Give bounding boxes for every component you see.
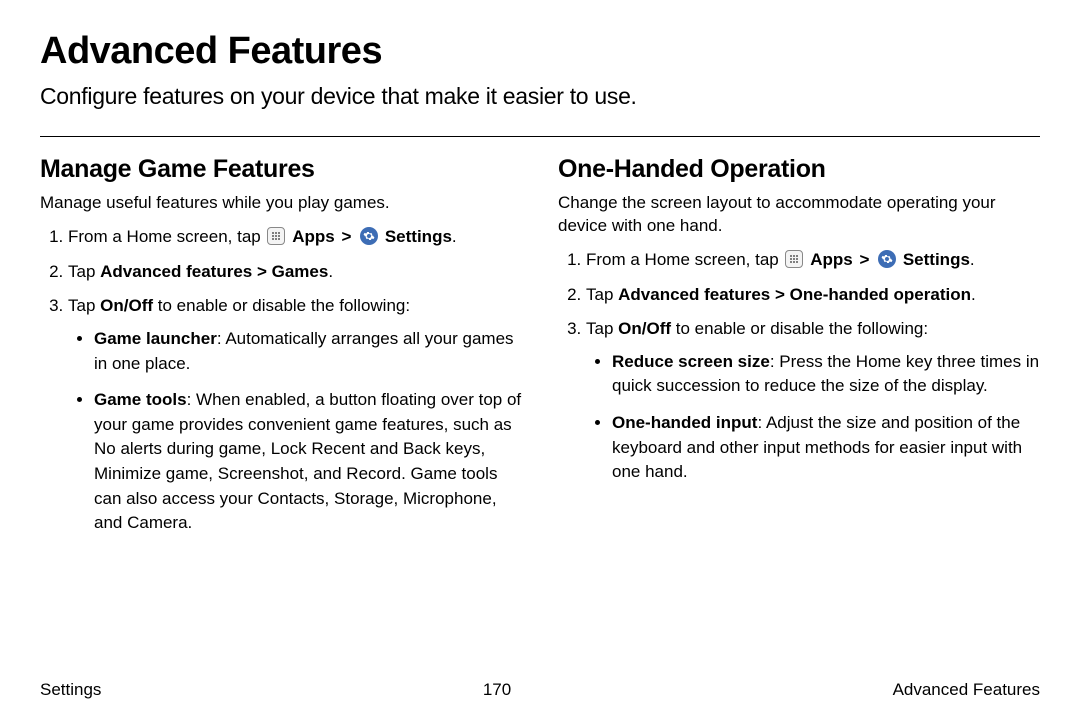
step-item: Tap Advanced features > Games. (68, 260, 522, 285)
divider (40, 136, 1040, 137)
left-column: Manage Game Features Manage useful featu… (40, 155, 522, 548)
step-text: to enable or disable the following: (153, 296, 410, 315)
bullet-item: Game tools: When enabled, a button float… (94, 388, 522, 536)
bullet-list-left: Game launcher: Automatically arranges al… (68, 327, 522, 536)
period: . (452, 227, 457, 246)
bullet-title: Game tools (94, 390, 187, 409)
bullet-item: One-handed input: Adjust the size and po… (612, 411, 1040, 485)
bullet-list-right: Reduce screen size: Press the Home key t… (586, 350, 1040, 485)
step-item: From a Home screen, tap Apps > Settings. (68, 225, 522, 250)
bullet-title: Game launcher (94, 329, 217, 348)
footer-left: Settings (40, 680, 101, 700)
step-text: Tap (586, 319, 618, 338)
settings-label: Settings (385, 227, 452, 246)
period: . (971, 285, 976, 304)
section-heading-right: One-Handed Operation (558, 155, 1040, 184)
apps-icon (785, 250, 803, 268)
footer-page-number: 170 (483, 680, 511, 700)
period: . (970, 250, 975, 269)
step-text: From a Home screen, tap (68, 227, 265, 246)
columns: Manage Game Features Manage useful featu… (40, 155, 1040, 548)
step-text: Tap (586, 285, 618, 304)
page-footer: Settings 170 Advanced Features (40, 680, 1040, 700)
bullet-title: Reduce screen size (612, 352, 770, 371)
bullet-item: Reduce screen size: Press the Home key t… (612, 350, 1040, 399)
settings-label: Settings (903, 250, 970, 269)
step-item: Tap On/Off to enable or disable the foll… (68, 294, 522, 536)
page-subtitle: Configure features on your device that m… (40, 83, 1040, 110)
apps-icon (267, 227, 285, 245)
settings-icon (360, 227, 378, 245)
step-item: Tap On/Off to enable or disable the foll… (586, 317, 1040, 485)
step-item: Tap Advanced features > One-handed opera… (586, 283, 1040, 308)
bullet-text: : When enabled, a button floating over t… (94, 390, 521, 532)
section-heading-left: Manage Game Features (40, 155, 522, 184)
step-text: From a Home screen, tap (586, 250, 783, 269)
period: . (328, 262, 333, 281)
settings-icon (878, 250, 896, 268)
steps-left: From a Home screen, tap Apps > Settings.… (40, 225, 522, 536)
step-item: From a Home screen, tap Apps > Settings. (586, 248, 1040, 273)
apps-label: Apps (810, 250, 853, 269)
steps-right: From a Home screen, tap Apps > Settings.… (558, 248, 1040, 485)
step-bold: Advanced features > One-handed operation (618, 285, 971, 304)
section-intro-left: Manage useful features while you play ga… (40, 192, 522, 215)
document-page: Advanced Features Configure features on … (0, 0, 1080, 720)
step-bold: On/Off (618, 319, 671, 338)
bullet-title: One-handed input (612, 413, 757, 432)
page-title: Advanced Features (40, 30, 1040, 73)
step-text: Tap (68, 296, 100, 315)
step-text: to enable or disable the following: (671, 319, 928, 338)
step-text: Tap (68, 262, 100, 281)
apps-label: Apps (292, 227, 335, 246)
step-bold: Advanced features > Games (100, 262, 328, 281)
chevron-icon: > (339, 227, 353, 246)
chevron-icon: > (857, 250, 871, 269)
bullet-item: Game launcher: Automatically arranges al… (94, 327, 522, 376)
right-column: One-Handed Operation Change the screen l… (558, 155, 1040, 548)
step-bold: On/Off (100, 296, 153, 315)
section-intro-right: Change the screen layout to accommodate … (558, 192, 1040, 238)
footer-right: Advanced Features (893, 680, 1040, 700)
